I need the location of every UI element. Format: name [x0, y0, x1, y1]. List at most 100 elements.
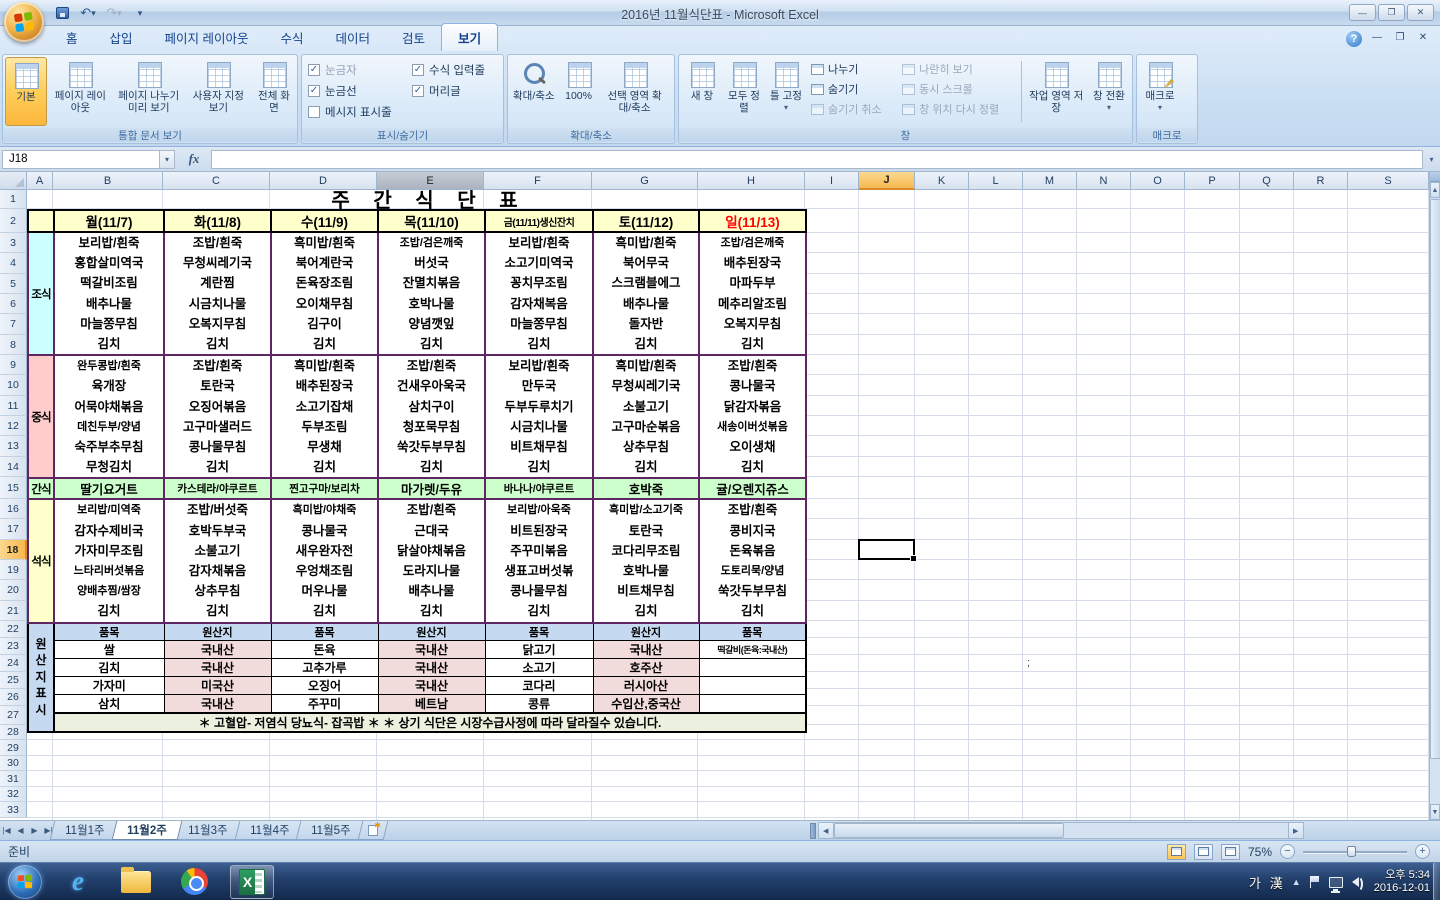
- ribbon-button[interactable]: 전체 화면: [253, 57, 295, 126]
- meal-cell[interactable]: 조밥/검은깨죽 버섯국 잔멸치볶음 호박나물 양념깻잎 김치: [377, 230, 486, 357]
- origin-item-cell[interactable]: 주꾸미: [270, 693, 379, 714]
- origin-header-cell[interactable]: 품목: [53, 622, 165, 641]
- zoom-slider[interactable]: [1303, 844, 1407, 859]
- origin-value-cell[interactable]: 수입산,중국산: [592, 693, 700, 714]
- name-box-dropdown[interactable]: ▾: [160, 149, 175, 169]
- ribbon-checkbox[interactable]: 눈금자: [308, 61, 404, 78]
- snack-cell[interactable]: 호박죽: [592, 477, 700, 501]
- ime-korean-indicator[interactable]: 가: [1249, 873, 1261, 892]
- origin-item-cell[interactable]: 가자미: [53, 675, 165, 695]
- ribbon-small-button[interactable]: 창 위치 다시 정렬: [902, 101, 1015, 117]
- row-header-21[interactable]: 21: [0, 601, 27, 621]
- column-header-L[interactable]: L: [969, 172, 1023, 190]
- row-header-31[interactable]: 31: [0, 771, 27, 787]
- row-header-8[interactable]: 8: [0, 335, 27, 355]
- vertical-scroll-thumb[interactable]: [1430, 199, 1440, 759]
- column-header-A[interactable]: A: [27, 172, 53, 190]
- meal-cell[interactable]: 흑미밥/흰죽 무청씨레기국 소불고기 고구마순볶음 상추무침 김치: [592, 354, 700, 480]
- ribbon-button[interactable]: 작업 영역 저장: [1024, 57, 1088, 126]
- excel-taskbar-button[interactable]: [230, 864, 274, 899]
- ribbon-tab[interactable]: 검토: [386, 24, 441, 51]
- origin-value-cell[interactable]: 미국산: [163, 675, 272, 695]
- row-header-12[interactable]: 12: [0, 416, 27, 436]
- meal-cell[interactable]: 보리밥/흰죽 홍합살미역국 떡갈비조림 배추나물 마늘쫑무침 김치: [53, 230, 165, 357]
- row-header-33[interactable]: 33: [0, 802, 27, 818]
- page-layout-view-button[interactable]: [1193, 843, 1213, 860]
- origin-label[interactable]: 원산지표시: [27, 621, 55, 733]
- zoom-slider-thumb[interactable]: [1347, 846, 1356, 857]
- sheet-tab[interactable]: 11월1주: [49, 821, 120, 840]
- origin-value-cell[interactable]: 베트남: [377, 693, 486, 714]
- row-header-17[interactable]: 17: [0, 519, 27, 540]
- ribbon-checkbox[interactable]: 수식 입력줄: [412, 61, 485, 78]
- origin-value-cell[interactable]: 국내산: [377, 675, 486, 695]
- origin-value-cell[interactable]: 러시아산: [592, 675, 700, 695]
- origin-header-cell[interactable]: 원산지: [592, 622, 700, 641]
- row-header-32[interactable]: 32: [0, 787, 27, 802]
- first-sheet-button[interactable]: |◀: [0, 821, 14, 840]
- ribbon-small-button[interactable]: 숨기기: [811, 81, 894, 97]
- name-box[interactable]: J18: [2, 149, 160, 169]
- taskbar-clock[interactable]: 오후 5:34 2016-12-01: [1374, 869, 1430, 895]
- row-header-19[interactable]: 19: [0, 560, 27, 580]
- row-header-3[interactable]: 3: [0, 233, 27, 253]
- network-icon[interactable]: [1328, 876, 1343, 891]
- origin-item-cell[interactable]: 닭고기: [484, 639, 594, 659]
- ime-hanja-indicator[interactable]: 漢: [1270, 873, 1283, 892]
- start-button[interactable]: [8, 864, 42, 899]
- ribbon-button[interactable]: 페이지 레이아웃: [47, 57, 114, 126]
- origin-item-cell[interactable]: 김치: [53, 657, 165, 677]
- day-header-cell[interactable]: 화(11/8): [163, 209, 272, 233]
- section-label-석식[interactable]: 석식: [27, 498, 55, 624]
- column-header-Q[interactable]: Q: [1240, 172, 1294, 190]
- origin-header-cell[interactable]: 원산지: [163, 622, 272, 641]
- day-header-cell[interactable]: 금(11/11)생신잔치: [484, 209, 594, 233]
- origin-item-cell[interactable]: 소고기: [484, 657, 594, 677]
- ribbon-small-button[interactable]: 나란히 보기: [902, 61, 1015, 77]
- cell-corner-label[interactable]: [27, 209, 55, 233]
- ribbon-tab[interactable]: 홈: [50, 24, 94, 51]
- column-header-G[interactable]: G: [592, 172, 698, 190]
- selected-cell[interactable]: [858, 539, 917, 562]
- origin-header-cell[interactable]: 원산지: [377, 622, 486, 641]
- ribbon-button[interactable]: 선택 영역 확대/축소: [600, 57, 670, 126]
- row-header-9[interactable]: 9: [0, 355, 27, 375]
- origin-item-cell[interactable]: [698, 675, 807, 695]
- zoom-percentage[interactable]: 75%: [1248, 845, 1272, 859]
- origin-item-cell[interactable]: 콩류: [484, 693, 594, 714]
- origin-header-cell[interactable]: 품목: [698, 622, 807, 641]
- origin-header-cell[interactable]: 품목: [270, 622, 379, 641]
- meal-cell[interactable]: 흑미밥/흰죽 북어무국 스크램블에그 배추나물 돌자반 김치: [592, 230, 700, 357]
- maximize-button[interactable]: ❐: [1378, 4, 1405, 21]
- redo-button[interactable]: ↷ ▾: [104, 4, 124, 22]
- row-header-30[interactable]: 30: [0, 756, 27, 771]
- snack-cell[interactable]: 딸기요거트: [53, 477, 165, 501]
- row-header-1[interactable]: 1: [0, 190, 27, 209]
- ribbon-small-button[interactable]: 동시 스크롤: [902, 81, 1015, 97]
- ribbon-button[interactable]: 페이지 나누기 미리 보기: [114, 57, 184, 126]
- sheet-tab[interactable]: 11월5주: [295, 821, 367, 840]
- meal-cell[interactable]: 흑미밥/흰죽 북어계란국 돈육장조림 오이채무침 김구이 김치: [270, 230, 379, 357]
- row-header-26[interactable]: 26: [0, 689, 27, 706]
- snack-cell[interactable]: 바나나/야쿠르트: [484, 477, 594, 501]
- column-header-N[interactable]: N: [1077, 172, 1131, 190]
- row-header-20[interactable]: 20: [0, 580, 27, 601]
- row-header-28[interactable]: 28: [0, 725, 27, 740]
- origin-item-cell[interactable]: 삼치: [53, 693, 165, 714]
- ribbon-checkbox[interactable]: 머리글: [412, 82, 485, 99]
- formula-bar-expand-button[interactable]: ▾: [1425, 150, 1438, 169]
- meal-cell[interactable]: 보리밥/흰죽 만두국 두부두루치기 시금치나물 비트채무침 김치: [484, 354, 594, 480]
- column-header-S[interactable]: S: [1348, 172, 1429, 190]
- column-header-M[interactable]: M: [1023, 172, 1077, 190]
- day-header-cell[interactable]: 목(11/10): [377, 209, 486, 233]
- scroll-left-button[interactable]: ◀: [817, 822, 834, 839]
- scroll-down-button[interactable]: ▼: [1430, 804, 1440, 820]
- row-header-15[interactable]: 15: [0, 477, 27, 499]
- origin-item-cell[interactable]: 코다리: [484, 675, 594, 695]
- column-header-R[interactable]: R: [1294, 172, 1348, 190]
- ribbon-tab[interactable]: 페이지 레이아웃: [149, 24, 265, 51]
- column-header-K[interactable]: K: [915, 172, 969, 190]
- show-desktop-button[interactable]: [1433, 863, 1440, 900]
- horizontal-scroll-track[interactable]: [833, 822, 1288, 839]
- workbook-restore-button[interactable]: ❐: [1391, 32, 1409, 43]
